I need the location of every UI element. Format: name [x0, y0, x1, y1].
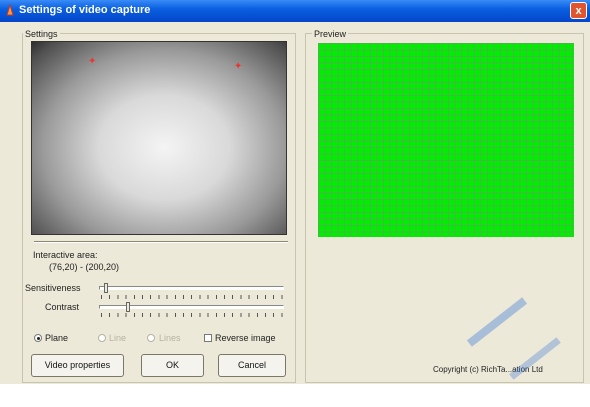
reverse-image-checkbox[interactable]	[204, 334, 212, 342]
reverse-image-label: Reverse image	[215, 333, 276, 343]
line-radio[interactable]	[98, 334, 106, 342]
dialog-window: Settings of video capture x Settings ✦ ✦…	[0, 0, 590, 384]
contrast-label: Contrast	[45, 302, 80, 312]
ok-button[interactable]: OK	[141, 354, 204, 377]
sensitiveness-track[interactable]	[99, 286, 284, 290]
video-properties-button[interactable]: Video properties	[31, 354, 124, 377]
settings-group-label: Settings	[23, 29, 60, 39]
window-title: Settings of video capture	[19, 4, 151, 16]
cancel-button[interactable]: Cancel	[218, 354, 286, 377]
video-capture-view[interactable]: ✦ ✦	[31, 41, 287, 235]
contrast-thumb[interactable]	[126, 302, 130, 312]
settings-divider	[34, 241, 288, 243]
interactive-area-label: Interactive area:	[33, 250, 98, 260]
right-marker-icon: ✦	[234, 61, 243, 72]
close-button[interactable]: x	[570, 2, 587, 19]
lines-radio-label: Lines	[159, 333, 181, 343]
sensitiveness-ticks	[101, 295, 283, 299]
interactive-area-value: (76,20) - (200,20)	[49, 262, 120, 272]
contrast-ticks	[101, 313, 283, 317]
preview-grid	[318, 43, 574, 237]
left-marker-icon: ✦	[88, 56, 97, 67]
plane-radio-label: Plane	[45, 333, 69, 343]
sensitiveness-label: Sensitiveness	[25, 283, 81, 293]
line-radio-label: Line	[109, 333, 127, 343]
lines-radio[interactable]	[147, 334, 155, 342]
app-icon	[6, 4, 14, 16]
sensitiveness-thumb[interactable]	[104, 283, 108, 293]
preview-group-label: Preview	[312, 29, 349, 39]
title-bar[interactable]: Settings of video capture x	[0, 0, 590, 22]
plane-radio[interactable]	[34, 334, 42, 342]
